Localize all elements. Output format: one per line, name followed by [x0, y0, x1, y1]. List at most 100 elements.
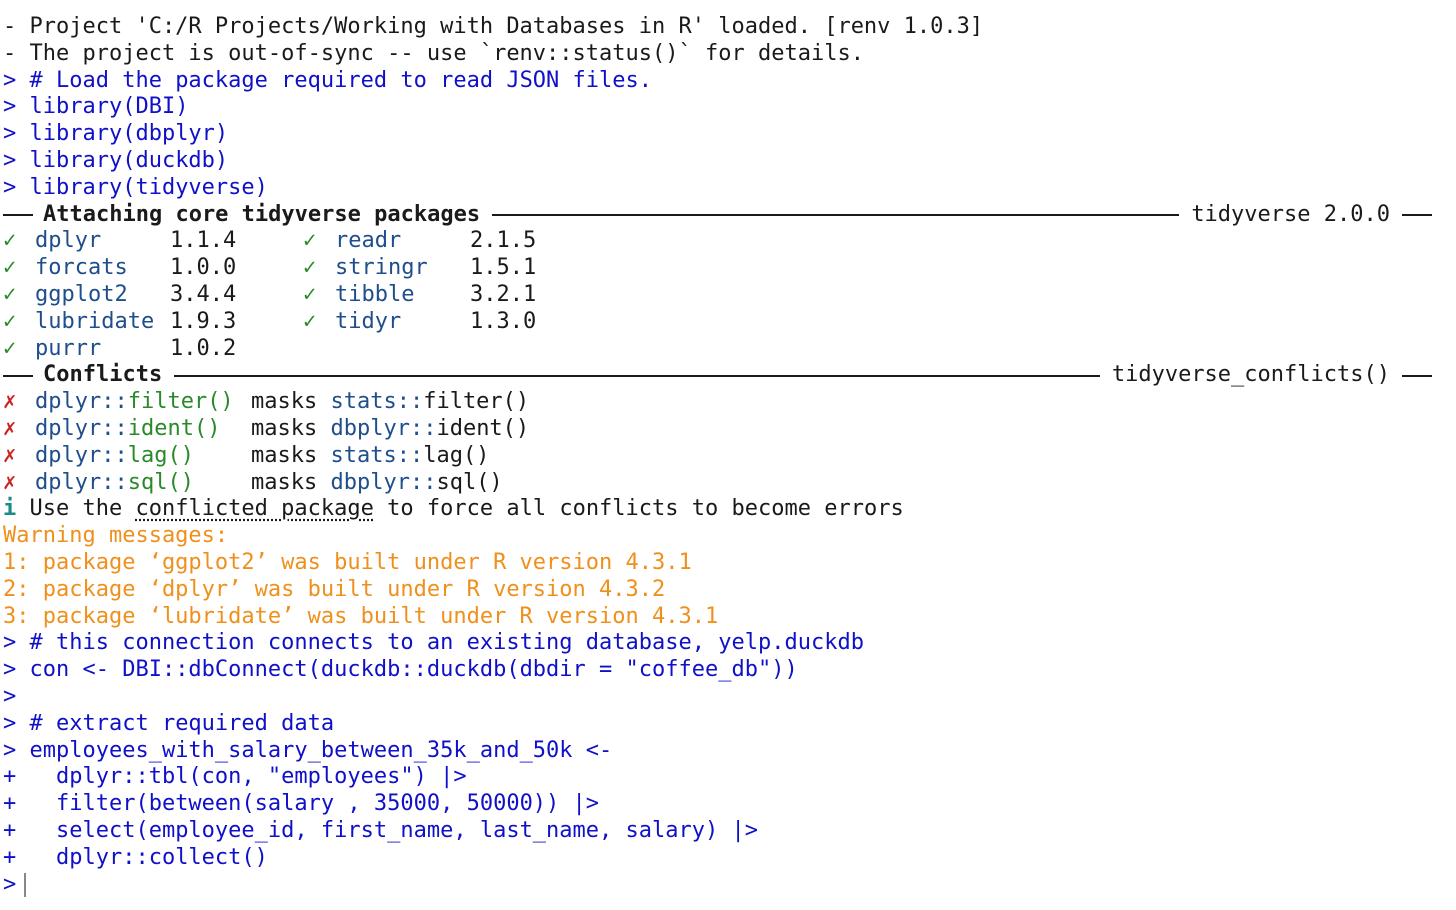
continuation-line: + filter(between(salary , 35000, 50000))…	[3, 791, 1456, 818]
attach-title: Attaching core tidyverse packages	[43, 201, 481, 227]
conflict-package: dplyr::	[35, 469, 128, 495]
conflicts-header: Conflicts tidyverse_conflicts()	[3, 362, 1456, 389]
conflict-row: ✗ dplyr::filter() masks stats:: filter()	[3, 389, 1456, 416]
masks-label: masks	[251, 389, 318, 415]
continuation-line: + select(employee_id, first_name, last_n…	[3, 818, 1456, 845]
masked-function: ident()	[436, 415, 530, 441]
warning-header: Warning messages:	[3, 523, 229, 549]
conflicts-title: Conflicts	[43, 362, 163, 388]
continuation-prompt: +	[3, 791, 17, 817]
command-line: >	[3, 684, 1456, 711]
prompt: >	[3, 67, 17, 93]
info-icon: i	[3, 496, 17, 522]
package-version: 1.5.1	[470, 255, 537, 281]
command-text: library(tidyverse)	[16, 174, 268, 200]
command-text: library(dbplyr)	[16, 121, 229, 147]
package-version: 1.1.4	[170, 228, 237, 254]
masked-package: dbplyr::	[330, 469, 437, 495]
rule-divider	[492, 213, 1180, 216]
prompt: >	[3, 737, 17, 763]
conflict-function: filter()	[127, 389, 234, 415]
prompt: >	[3, 683, 17, 709]
conflicts-function-label: tidyverse_conflicts()	[1111, 362, 1390, 388]
r-console[interactable]: - Project 'C:/R Projects/Working with Da…	[0, 0, 1456, 910]
command-line: > # extract required data	[3, 711, 1456, 738]
masks-label: masks	[251, 442, 318, 468]
tidyverse-version: tidyverse 2.0.0	[1191, 201, 1390, 227]
package-row: ✓ ggplot2 3.4.4 ✓ tibble 3.2.1	[3, 282, 1456, 309]
masked-function: lag()	[423, 442, 490, 468]
command-text: filter(between(salary , 35000, 50000)) |…	[16, 791, 600, 817]
command-line: > library(dbplyr)	[3, 121, 1456, 148]
package-version: 1.3.0	[470, 308, 537, 334]
command-line: > library(DBI)	[3, 94, 1456, 121]
package-version: 1.9.3	[170, 308, 237, 334]
info-text-post: to force all conflicts to become errors	[373, 496, 904, 522]
check-icon: ✓	[303, 255, 317, 281]
prompt: >	[3, 147, 17, 173]
masked-function: sql()	[436, 469, 503, 495]
package-name: tibble	[335, 281, 415, 307]
check-icon: ✓	[3, 228, 17, 254]
check-icon: ✓	[3, 335, 17, 361]
package-row: ✓ forcats 1.0.0 ✓ stringr 1.5.1	[3, 255, 1456, 282]
rule-divider	[174, 374, 1100, 377]
command-text: # extract required data	[16, 710, 335, 736]
prompt: >	[3, 871, 17, 897]
rule-divider	[1402, 374, 1432, 377]
conflict-function: ident()	[127, 415, 221, 441]
command-text: # Load the package required to read JSON…	[16, 67, 653, 93]
continuation-prompt: +	[3, 817, 17, 843]
cross-icon: ✗	[3, 442, 17, 468]
conflict-package: dplyr::	[35, 415, 128, 441]
continuation-prompt: +	[3, 844, 17, 870]
cross-icon: ✗	[3, 415, 17, 441]
check-icon: ✓	[3, 281, 17, 307]
command-line: > library(tidyverse)	[3, 175, 1456, 202]
masks-label: masks	[251, 469, 318, 495]
conflicted-package-link[interactable]: conflicted package	[135, 496, 373, 523]
warning-message: 3: package ‘lubridate’ was built under R…	[3, 603, 719, 629]
command-text: dplyr::tbl(con, "employees") |>	[16, 764, 467, 790]
prompt: >	[3, 174, 17, 200]
command-text: # this connection connects to an existin…	[16, 630, 864, 656]
masked-function: filter()	[423, 389, 530, 415]
command-text: library(duckdb)	[16, 147, 229, 173]
package-name: purrr	[35, 335, 102, 361]
package-name: forcats	[35, 255, 128, 281]
package-version: 3.4.4	[170, 281, 237, 307]
masked-package: stats::	[330, 442, 424, 468]
package-row: ✓ purrr 1.0.2	[3, 336, 1456, 363]
check-icon: ✓	[303, 308, 317, 334]
conflict-row: ✗ dplyr::sql() masks dbplyr:: sql()	[3, 470, 1456, 497]
check-icon: ✓	[303, 281, 317, 307]
conflict-function: sql()	[127, 469, 194, 495]
prompt: >	[3, 710, 17, 736]
warning-message: 1: package ‘ggplot2’ was built under R v…	[3, 549, 692, 575]
conflict-function: lag()	[127, 442, 194, 468]
conflict-package: dplyr::	[35, 442, 128, 468]
command-text: select(employee_id, first_name, last_nam…	[16, 817, 758, 843]
package-version: 1.0.2	[170, 335, 237, 361]
package-name: readr	[335, 228, 402, 254]
renv-out-of-sync-message: - The project is out-of-sync -- use `ren…	[3, 40, 864, 66]
package-name: dplyr	[35, 228, 102, 254]
command-line: > con <- DBI::dbConnect(duckdb::duckdb(d…	[3, 657, 1456, 684]
console-input-line[interactable]: >	[3, 872, 1456, 899]
package-row: ✓ dplyr 1.1.4 ✓ readr 2.1.5	[3, 228, 1456, 255]
cross-icon: ✗	[3, 469, 17, 495]
conflict-row: ✗ dplyr::ident() masks dbplyr:: ident()	[3, 416, 1456, 443]
rule-divider	[3, 374, 33, 377]
command-text: employees_with_salary_between_35k_and_50…	[16, 737, 613, 763]
package-row: ✓ lubridate 1.9.3 ✓ tidyr 1.3.0	[3, 309, 1456, 336]
renv-project-loaded-message: - Project 'C:/R Projects/Working with Da…	[3, 14, 984, 39]
command-line: > # this connection connects to an exist…	[3, 630, 1456, 657]
cross-icon: ✗	[3, 389, 17, 415]
package-version: 2.1.5	[470, 228, 537, 254]
continuation-line: + dplyr::tbl(con, "employees") |>	[3, 764, 1456, 791]
check-icon: ✓	[3, 255, 17, 281]
masks-label: masks	[251, 415, 318, 441]
prompt: >	[3, 630, 17, 656]
conflict-package: dplyr::	[35, 389, 128, 415]
rule-divider	[1402, 213, 1432, 216]
